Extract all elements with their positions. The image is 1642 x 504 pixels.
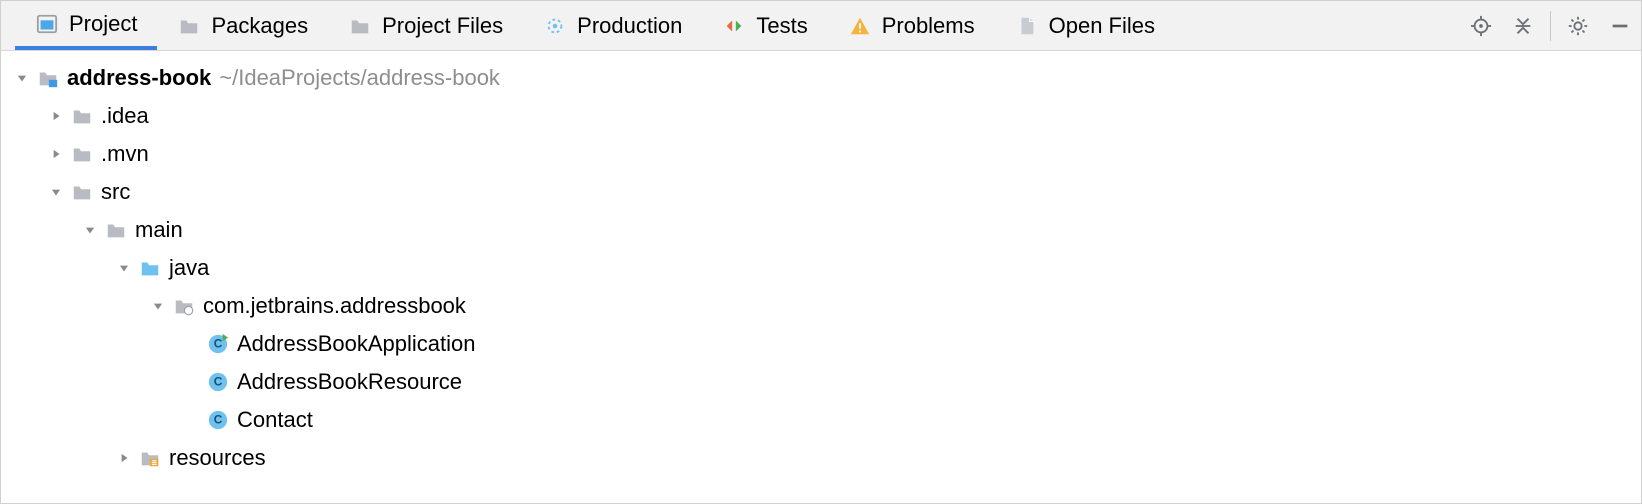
tab-label: Packages bbox=[211, 13, 308, 39]
gear-button[interactable] bbox=[1557, 1, 1599, 51]
collapse-all-icon bbox=[1512, 15, 1534, 37]
tab-label: Project Files bbox=[382, 13, 503, 39]
expand-arrow-down[interactable] bbox=[9, 71, 35, 85]
folder-gray-icon bbox=[69, 103, 95, 129]
collapse-all-button[interactable] bbox=[1502, 1, 1544, 51]
tree-row[interactable]: C AddressBookApplication bbox=[1, 325, 1641, 363]
tree-row[interactable]: C AddressBookResource bbox=[1, 363, 1641, 401]
package-icon bbox=[171, 293, 197, 319]
project-window-icon bbox=[35, 12, 59, 36]
gear-icon bbox=[1567, 15, 1589, 37]
expand-arrow-right[interactable] bbox=[43, 109, 69, 123]
tab-packages[interactable]: Packages bbox=[157, 1, 328, 50]
tab-label: Tests bbox=[756, 13, 807, 39]
class-runnable-icon: C bbox=[205, 331, 231, 357]
minimize-icon bbox=[1609, 15, 1631, 37]
tree-node-label: Contact bbox=[237, 407, 313, 433]
project-tool-tabbar: Project Packages Project Files Production Te… bbox=[1, 1, 1641, 51]
file-gray-icon bbox=[1015, 14, 1039, 38]
tree-node-label: main bbox=[135, 217, 183, 243]
source-folder-icon bbox=[137, 255, 163, 281]
expand-arrow-down[interactable] bbox=[43, 185, 69, 199]
tab-problems[interactable]: Problems bbox=[828, 1, 995, 50]
warning-icon bbox=[848, 14, 872, 38]
folder-gray-icon bbox=[69, 141, 95, 167]
svg-text:C: C bbox=[214, 337, 223, 351]
tab-project[interactable]: Project bbox=[15, 1, 157, 50]
tree-row[interactable]: main bbox=[1, 211, 1641, 249]
tab-label: Problems bbox=[882, 13, 975, 39]
minimize-button[interactable] bbox=[1599, 1, 1641, 51]
tree-node-label: .idea bbox=[101, 103, 149, 129]
tree-node-label: .mvn bbox=[101, 141, 149, 167]
gear-dashed-icon bbox=[543, 14, 567, 38]
tree-node-label: AddressBookResource bbox=[237, 369, 462, 395]
tab-open-files[interactable]: Open Files bbox=[995, 1, 1175, 50]
folder-gray-icon bbox=[177, 14, 201, 38]
class-icon: C bbox=[205, 407, 231, 433]
tree-row[interactable]: address-book ~/IdeaProjects/address-book bbox=[1, 59, 1641, 97]
svg-text:C: C bbox=[214, 413, 223, 427]
tab-tests[interactable]: Tests bbox=[702, 1, 827, 50]
module-folder-icon bbox=[35, 65, 61, 91]
tab-label: Production bbox=[577, 13, 682, 39]
tree-node-path: ~/IdeaProjects/address-book bbox=[219, 65, 500, 91]
tree-node-label: src bbox=[101, 179, 130, 205]
class-icon: C bbox=[205, 369, 231, 395]
expand-arrow-down[interactable] bbox=[145, 299, 171, 313]
tree-row[interactable]: java bbox=[1, 249, 1641, 287]
project-tree[interactable]: address-book ~/IdeaProjects/address-book.… bbox=[1, 51, 1641, 503]
folder-gray-icon bbox=[103, 217, 129, 243]
svg-text:C: C bbox=[214, 375, 223, 389]
tree-row[interactable]: src bbox=[1, 173, 1641, 211]
expand-arrow-down[interactable] bbox=[111, 261, 137, 275]
tree-node-label: java bbox=[169, 255, 209, 281]
tree-node-label: resources bbox=[169, 445, 266, 471]
tree-row[interactable]: com.jetbrains.addressbook bbox=[1, 287, 1641, 325]
tree-row[interactable]: .mvn bbox=[1, 135, 1641, 173]
folder-gray-icon bbox=[69, 179, 95, 205]
toolbar-divider bbox=[1550, 11, 1551, 41]
locate-button[interactable] bbox=[1460, 1, 1502, 51]
expand-arrow-right[interactable] bbox=[43, 147, 69, 161]
tree-row[interactable]: C Contact bbox=[1, 401, 1641, 439]
tree-row[interactable]: resources bbox=[1, 439, 1641, 477]
folder-gray-icon bbox=[348, 14, 372, 38]
expand-arrow-down[interactable] bbox=[77, 223, 103, 237]
tree-node-label: address-book bbox=[67, 65, 211, 91]
tab-label: Open Files bbox=[1049, 13, 1155, 39]
project-tool-toolbar bbox=[1460, 1, 1641, 50]
locate-icon bbox=[1470, 15, 1492, 37]
expand-arrow-right[interactable] bbox=[111, 451, 137, 465]
tab-project-files[interactable]: Project Files bbox=[328, 1, 523, 50]
tree-row[interactable]: .idea bbox=[1, 97, 1641, 135]
tests-diff-icon bbox=[722, 14, 746, 38]
tab-production[interactable]: Production bbox=[523, 1, 702, 50]
tree-node-label: com.jetbrains.addressbook bbox=[203, 293, 466, 319]
tab-label: Project bbox=[69, 11, 137, 37]
resources-folder-icon bbox=[137, 445, 163, 471]
tree-node-label: AddressBookApplication bbox=[237, 331, 475, 357]
